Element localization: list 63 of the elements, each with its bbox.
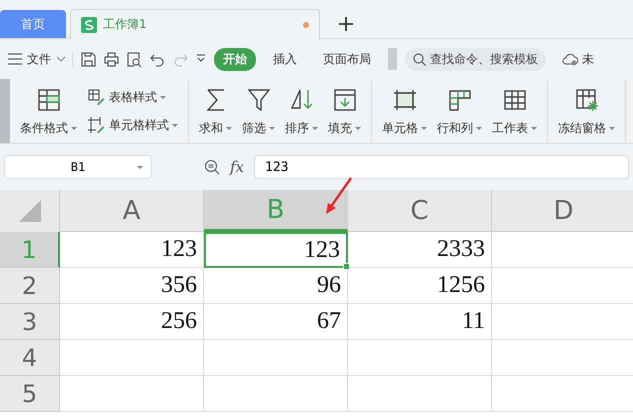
ribbon-button[interactable]: 表格样式 [87, 88, 178, 106]
table-cell[interactable]: 256 [60, 304, 204, 340]
table-cell[interactable]: 1256 [348, 268, 492, 304]
ribbon-button[interactable]: 单元格样式 [87, 116, 178, 134]
print-preview-icon[interactable] [127, 52, 142, 66]
ribbon-button[interactable]: 填充 [328, 86, 361, 136]
cloud-icon [562, 52, 578, 66]
table-brush-icon [87, 88, 105, 106]
unsaved-dot [303, 22, 309, 28]
search-icon [413, 52, 426, 66]
table-cell[interactable]: 2333 [348, 232, 492, 268]
ribbon-button[interactable]: 单元格 [382, 86, 427, 136]
triangle-icon [18, 200, 40, 222]
table-cell[interactable]: 67 [204, 304, 348, 340]
table-cell[interactable] [60, 376, 204, 412]
name-box[interactable]: B1 [4, 155, 152, 179]
zoom-icon[interactable] [204, 159, 220, 175]
formula-field[interactable]: 123 [254, 155, 629, 179]
table-cell[interactable]: 96 [204, 268, 348, 304]
chevron-down-icon [56, 56, 66, 62]
more-icon[interactable] [196, 54, 206, 64]
column-header[interactable]: D [492, 190, 633, 232]
table-cell[interactable] [348, 340, 492, 376]
ribbon-tab[interactable]: 页面布局 [314, 48, 380, 70]
column-header[interactable]: A [60, 190, 204, 232]
ribbon-collapse-strip[interactable] [0, 79, 10, 143]
cell-brush-icon [87, 116, 105, 134]
arrow-drawing [324, 176, 354, 216]
column-header[interactable]: C [348, 190, 492, 232]
table-cell[interactable]: 356 [60, 268, 204, 304]
ribbon-button[interactable]: 冻结窗格 [558, 86, 615, 136]
spreadsheet-icon [81, 16, 97, 32]
save-icon[interactable] [81, 52, 96, 66]
ribbon-button[interactable]: 条件格式 [20, 86, 77, 136]
table-cell[interactable] [60, 340, 204, 376]
table-cell[interactable]: 123 [60, 232, 204, 268]
function-label[interactable]: fx [230, 158, 244, 176]
row-header[interactable]: 3 [0, 304, 60, 340]
search-field[interactable]: 查找命令、搜索模板 [405, 48, 546, 70]
row-header[interactable]: 4 [0, 340, 60, 376]
ribbon-button[interactable]: 行和列 [437, 86, 482, 136]
row-header[interactable]: 5 [0, 376, 60, 412]
select-all-corner[interactable] [0, 190, 60, 233]
undo-icon[interactable] [150, 52, 165, 66]
print-icon[interactable] [104, 52, 119, 66]
row-header[interactable]: 2 [0, 268, 60, 304]
ribbon-button[interactable]: 排序 [285, 86, 318, 136]
table-cell[interactable] [204, 340, 348, 376]
table-cell[interactable] [348, 376, 492, 412]
table-cell[interactable]: 11 [348, 304, 492, 340]
ribbon-button[interactable]: 求和 [199, 86, 232, 136]
ribbon-button[interactable]: 筛选 [242, 86, 275, 136]
table-cell[interactable] [204, 376, 348, 412]
cloud-status[interactable]: 未 [562, 50, 594, 68]
fill-handle[interactable] [343, 263, 350, 270]
scroll-tabs-button[interactable] [388, 48, 397, 70]
redo-icon[interactable] [173, 52, 188, 66]
ribbon-button[interactable]: 工作表 [492, 86, 537, 136]
file-menu[interactable]: 文件 [8, 50, 73, 68]
active-cell[interactable]: 123 [204, 232, 348, 268]
ribbon-tab[interactable]: 插入 [264, 48, 306, 70]
add-tab-icon[interactable] [338, 16, 354, 32]
menu-icon [8, 53, 22, 65]
